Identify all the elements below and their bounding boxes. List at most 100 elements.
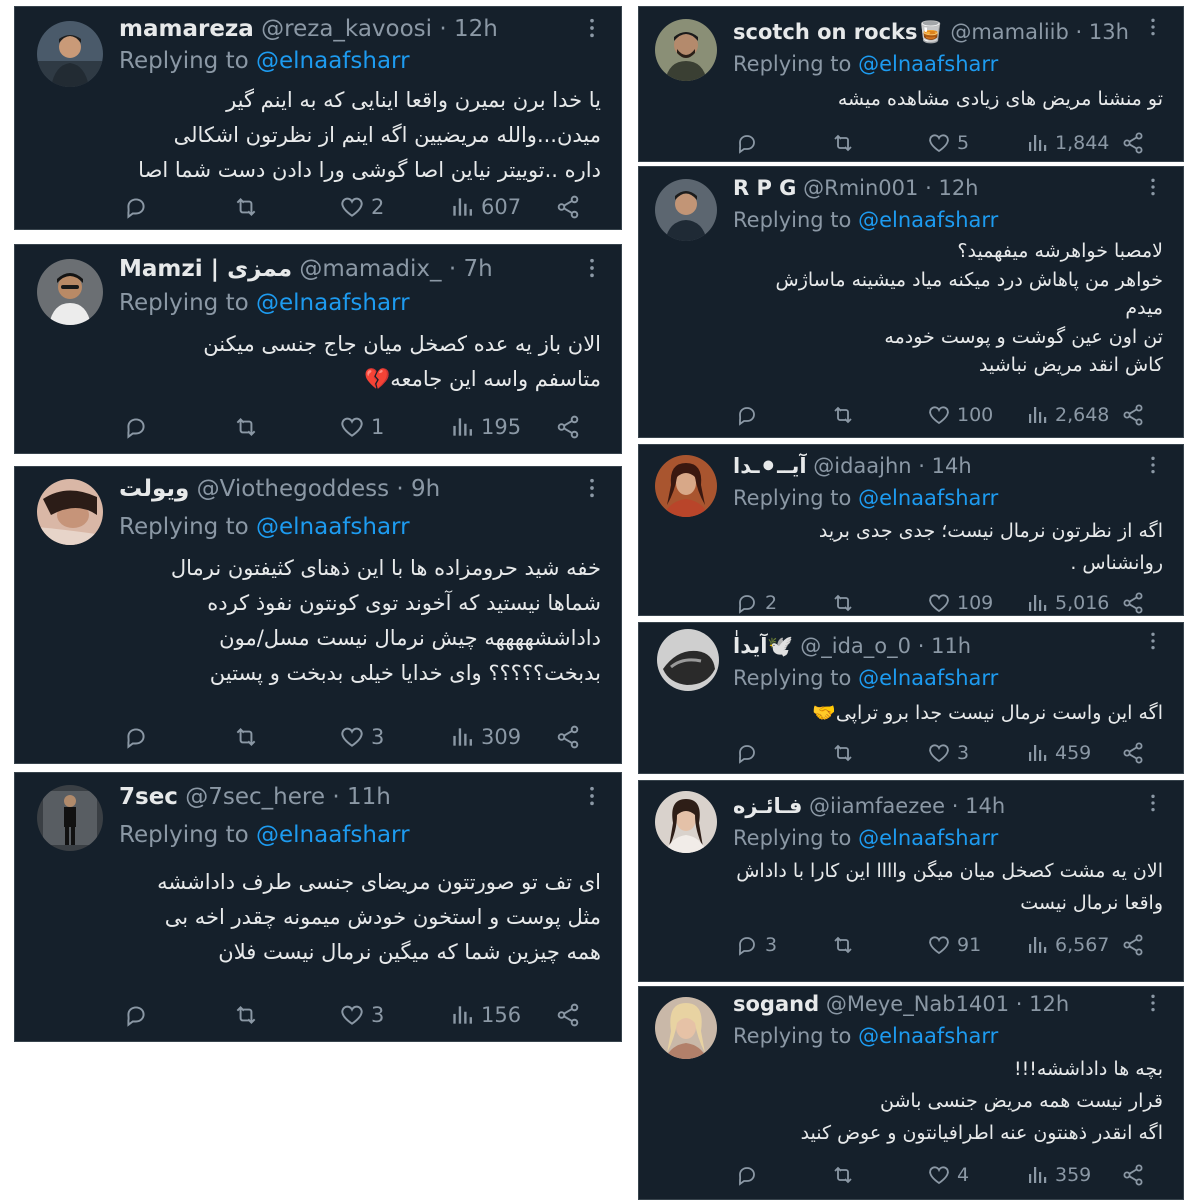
reply-button[interactable] bbox=[123, 1001, 155, 1029]
user-handle[interactable]: @Meye_Nab1401 bbox=[826, 992, 1009, 1016]
retweet-button[interactable] bbox=[233, 193, 265, 221]
user-handle[interactable]: @mamadix_ bbox=[299, 256, 441, 282]
reply-tweet-card[interactable]: sogand @Meye_Nab1401 · 12h Replying to @… bbox=[638, 986, 1184, 1200]
display-name[interactable]: scotch on rocks🥃 bbox=[733, 20, 944, 44]
display-name[interactable]: 7sec bbox=[119, 784, 178, 810]
share-button[interactable] bbox=[555, 1001, 581, 1029]
like-button[interactable]: 5 bbox=[927, 129, 969, 157]
timestamp[interactable]: 11h bbox=[347, 784, 391, 810]
reply-button[interactable]: 2 bbox=[735, 589, 777, 617]
share-button[interactable] bbox=[1121, 931, 1145, 959]
more-options-icon[interactable] bbox=[581, 785, 603, 807]
replying-to-mention[interactable]: @elnaafsharr bbox=[858, 666, 998, 690]
reply-tweet-card[interactable]: آیداٰ🕊️ @_ida_o_0 · 11h Replying to @eln… bbox=[638, 622, 1184, 774]
reply-button[interactable] bbox=[123, 413, 155, 441]
timestamp[interactable]: 12h bbox=[938, 176, 978, 200]
user-handle[interactable]: @mamaliib bbox=[950, 20, 1068, 44]
user-handle[interactable]: @reza_kavoosi bbox=[261, 16, 432, 42]
retweet-button[interactable] bbox=[831, 739, 861, 767]
views-button[interactable]: 459 bbox=[1025, 739, 1091, 767]
more-options-icon[interactable] bbox=[1143, 177, 1163, 197]
display-name[interactable]: Mamzi | ممزی bbox=[119, 256, 292, 282]
more-options-icon[interactable] bbox=[581, 17, 603, 39]
avatar[interactable] bbox=[655, 179, 717, 241]
like-button[interactable]: 3 bbox=[927, 739, 969, 767]
replying-to-mention[interactable]: @elnaafsharr bbox=[256, 48, 410, 74]
more-options-icon[interactable] bbox=[1143, 793, 1163, 813]
more-options-icon[interactable] bbox=[1143, 17, 1163, 37]
like-button[interactable]: 1 bbox=[339, 413, 384, 441]
display-name[interactable]: mamareza bbox=[119, 16, 254, 42]
retweet-button[interactable] bbox=[831, 589, 861, 617]
more-options-icon[interactable] bbox=[1143, 993, 1163, 1013]
share-button[interactable] bbox=[1121, 589, 1145, 617]
like-button[interactable]: 3 bbox=[339, 1001, 384, 1029]
share-button[interactable] bbox=[1121, 739, 1145, 767]
views-button[interactable]: 5,016 bbox=[1025, 589, 1109, 617]
reply-tweet-card[interactable]: R P G @Rmin001 · 12h Replying to @elnaaf… bbox=[638, 166, 1184, 438]
timestamp[interactable]: 11h bbox=[931, 634, 971, 658]
views-button[interactable]: 607 bbox=[449, 193, 521, 221]
retweet-button[interactable] bbox=[831, 129, 861, 157]
like-button[interactable]: 109 bbox=[927, 589, 993, 617]
like-button[interactable]: 100 bbox=[927, 401, 993, 429]
retweet-button[interactable] bbox=[831, 931, 861, 959]
replying-to-mention[interactable]: @elnaafsharr bbox=[256, 514, 410, 540]
like-button[interactable]: 91 bbox=[927, 931, 981, 959]
share-button[interactable] bbox=[555, 413, 581, 441]
reply-tweet-card[interactable]: ویولت @Viothegoddess · 9h Replying to @e… bbox=[14, 466, 622, 764]
views-button[interactable]: 309 bbox=[449, 723, 521, 751]
user-handle[interactable]: @idaajhn bbox=[813, 454, 911, 478]
avatar[interactable] bbox=[657, 629, 719, 691]
user-handle[interactable]: @Rmin001 bbox=[803, 176, 918, 200]
retweet-button[interactable] bbox=[233, 723, 265, 751]
display-name[interactable]: فـائـزه bbox=[733, 794, 802, 818]
views-button[interactable]: 359 bbox=[1025, 1161, 1091, 1189]
reply-button[interactable] bbox=[735, 401, 765, 429]
replying-to-mention[interactable]: @elnaafsharr bbox=[858, 52, 998, 76]
reply-tweet-card[interactable]: Mamzi | ممزی @mamadix_ · 7h Replying to … bbox=[14, 244, 622, 454]
reply-button[interactable] bbox=[123, 193, 155, 221]
avatar[interactable] bbox=[655, 455, 717, 517]
retweet-button[interactable] bbox=[831, 401, 861, 429]
user-handle[interactable]: @iiamfaezee bbox=[809, 794, 945, 818]
views-button[interactable]: 156 bbox=[449, 1001, 521, 1029]
display-name[interactable]: ویولت bbox=[119, 476, 189, 502]
replying-to-mention[interactable]: @elnaafsharr bbox=[256, 290, 410, 316]
avatar[interactable] bbox=[37, 785, 103, 851]
display-name[interactable]: آیداٰ🕊️ bbox=[733, 634, 794, 658]
more-options-icon[interactable] bbox=[581, 477, 603, 499]
avatar[interactable] bbox=[655, 19, 717, 81]
timestamp[interactable]: 14h bbox=[965, 794, 1005, 818]
reply-button[interactable]: 3 bbox=[735, 931, 777, 959]
reply-tweet-card[interactable]: 7sec @7sec_here · 11h Replying to @elnaa… bbox=[14, 772, 622, 1042]
views-button[interactable]: 6,567 bbox=[1025, 931, 1109, 959]
timestamp[interactable]: 9h bbox=[411, 476, 440, 502]
views-button[interactable]: 1,844 bbox=[1025, 129, 1109, 157]
share-button[interactable] bbox=[1121, 129, 1145, 157]
reply-button[interactable] bbox=[735, 739, 765, 767]
replying-to-mention[interactable]: @elnaafsharr bbox=[256, 822, 410, 848]
avatar[interactable] bbox=[37, 479, 103, 545]
like-button[interactable]: 2 bbox=[339, 193, 384, 221]
display-name[interactable]: sogand bbox=[733, 992, 819, 1016]
replying-to-mention[interactable]: @elnaafsharr bbox=[858, 1024, 998, 1048]
replying-to-mention[interactable]: @elnaafsharr bbox=[858, 826, 998, 850]
share-button[interactable] bbox=[1121, 401, 1145, 429]
timestamp[interactable]: 13h bbox=[1089, 20, 1129, 44]
more-options-icon[interactable] bbox=[581, 257, 603, 279]
reply-button[interactable] bbox=[123, 723, 155, 751]
timestamp[interactable]: 12h bbox=[1029, 992, 1069, 1016]
views-button[interactable]: 195 bbox=[449, 413, 521, 441]
reply-button[interactable] bbox=[735, 1161, 765, 1189]
replying-to-mention[interactable]: @elnaafsharr bbox=[858, 208, 998, 232]
more-options-icon[interactable] bbox=[1143, 455, 1163, 475]
reply-tweet-card[interactable]: scotch on rocks🥃 @mamaliib · 13h Replyin… bbox=[638, 6, 1184, 162]
replying-to-mention[interactable]: @elnaafsharr bbox=[858, 486, 998, 510]
reply-button[interactable] bbox=[735, 129, 765, 157]
share-button[interactable] bbox=[555, 193, 581, 221]
reply-tweet-card[interactable]: فـائـزه @iiamfaezee · 14h Replying to @e… bbox=[638, 780, 1184, 982]
more-options-icon[interactable] bbox=[1143, 631, 1163, 651]
avatar[interactable] bbox=[37, 21, 103, 87]
timestamp[interactable]: 14h bbox=[932, 454, 972, 478]
